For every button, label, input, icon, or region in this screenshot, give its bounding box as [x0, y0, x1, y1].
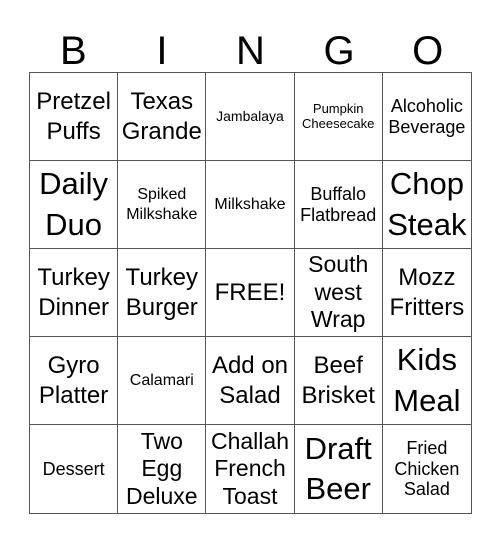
bingo-cell[interactable]: Spiked Milkshake	[118, 161, 207, 249]
header-letter-g: G	[323, 29, 355, 73]
bingo-cell[interactable]: Dessert	[30, 425, 119, 513]
bingo-header: B I N G O	[29, 30, 472, 72]
bingo-cell[interactable]: Mozz Fritters	[382, 249, 471, 337]
bingo-cell[interactable]: Pumpkin Cheesecake	[294, 73, 383, 161]
bingo-cell[interactable]: Daily Duo	[30, 161, 119, 249]
header-letter-n: N	[236, 29, 265, 73]
bingo-cell[interactable]: Kids Meal	[382, 337, 471, 425]
bingo-cell[interactable]: Milkshake	[206, 161, 295, 249]
bingo-cell[interactable]: Two Egg Deluxe	[118, 425, 207, 513]
bingo-cell[interactable]: Fried Chicken Salad	[383, 425, 471, 513]
bingo-grid: Pretzel Puffs Texas Grande Jambalaya Pum…	[29, 72, 472, 514]
bingo-cell[interactable]: Challah French Toast	[206, 425, 295, 513]
bingo-cell[interactable]: Chop Steak	[382, 161, 471, 249]
bingo-cell[interactable]: Turkey Burger	[118, 249, 207, 337]
bingo-cell[interactable]: Alcoholic Beverage	[382, 73, 471, 161]
header-letter-o: O	[412, 29, 444, 73]
header-letter-b: B	[59, 29, 87, 73]
bingo-cell[interactable]: Draft Beer	[295, 425, 383, 513]
bingo-cell[interactable]: South west Wrap	[294, 249, 383, 337]
header-letter-i: I	[156, 29, 168, 73]
bingo-cell[interactable]: Texas Grande	[118, 73, 207, 161]
bingo-cell[interactable]: Beef Brisket	[294, 337, 383, 425]
bingo-cell[interactable]: Add on Salad	[206, 337, 295, 425]
bingo-cell[interactable]: Pretzel Puffs	[30, 73, 119, 161]
bingo-cell[interactable]: Jambalaya	[206, 73, 295, 161]
free-space[interactable]: FREE!	[206, 249, 295, 337]
bingo-cell[interactable]: Turkey Dinner	[30, 249, 119, 337]
bingo-cell[interactable]: Calamari	[118, 337, 207, 425]
bingo-cell[interactable]: Buffalo Flatbread	[294, 161, 383, 249]
bingo-cell[interactable]: Gyro Platter	[30, 337, 119, 425]
